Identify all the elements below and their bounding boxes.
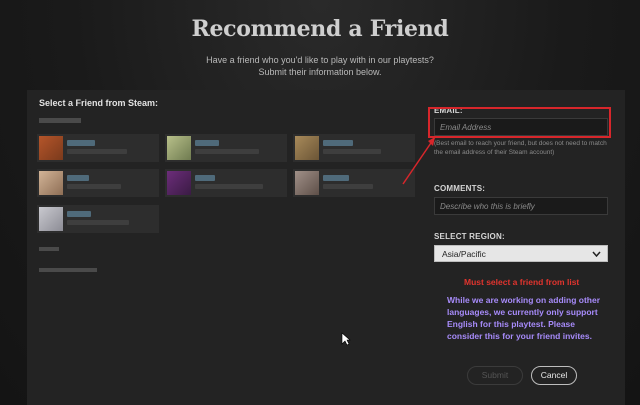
friend-name-redacted xyxy=(67,211,91,217)
language-notice: While we are working on adding other lan… xyxy=(447,295,601,341)
mouse-cursor-icon xyxy=(341,332,351,346)
email-highlight-box xyxy=(428,107,611,138)
email-hint: (Best email to reach your friend, but do… xyxy=(434,140,607,156)
friend-avatar xyxy=(295,171,319,195)
friend-status-redacted xyxy=(67,184,121,189)
subtitle-line-2: Submit their information below. xyxy=(258,67,382,77)
friends-status-bar xyxy=(39,247,59,251)
friend-name-redacted xyxy=(323,175,349,181)
friend-card[interactable] xyxy=(165,169,287,197)
page-title: Recommend a Friend xyxy=(191,16,449,42)
friends-filter-bar xyxy=(39,118,81,123)
page-subtitle: Have a friend who you'd like to play wit… xyxy=(0,54,640,78)
friend-avatar xyxy=(39,171,63,195)
friend-avatar xyxy=(295,136,319,160)
subtitle-line-1: Have a friend who you'd like to play wit… xyxy=(206,55,434,65)
chevron-down-icon xyxy=(592,251,601,257)
comments-field[interactable]: Describe who this is briefly xyxy=(434,197,608,215)
friend-card[interactable] xyxy=(37,134,159,162)
annotation-arrow xyxy=(402,136,436,185)
friend-name-redacted xyxy=(67,140,95,146)
error-message: Must select a friend from list xyxy=(464,277,580,287)
friends-status-bar xyxy=(39,268,97,272)
friend-status-redacted xyxy=(323,149,381,154)
region-select[interactable]: Asia/Pacific xyxy=(434,245,608,262)
comments-label: COMMENTS: xyxy=(434,184,486,193)
region-label: SELECT REGION: xyxy=(434,232,505,241)
friend-card[interactable] xyxy=(165,134,287,162)
friend-avatar xyxy=(39,136,63,160)
friend-status-redacted xyxy=(195,184,263,189)
submit-button[interactable]: Submit xyxy=(467,366,523,385)
friends-heading: Select a Friend from Steam: xyxy=(39,98,159,108)
friend-card[interactable] xyxy=(37,169,159,197)
friend-avatar xyxy=(167,171,191,195)
friend-name-redacted xyxy=(323,140,353,146)
friend-status-redacted xyxy=(195,149,259,154)
friend-status-redacted xyxy=(67,149,127,154)
cancel-button[interactable]: Cancel xyxy=(531,366,577,385)
friend-name-redacted xyxy=(67,175,89,181)
friend-avatar xyxy=(39,207,63,231)
region-value: Asia/Pacific xyxy=(442,249,486,259)
friend-name-redacted xyxy=(195,175,215,181)
friend-avatar xyxy=(167,136,191,160)
friend-status-redacted xyxy=(67,220,129,225)
friend-name-redacted xyxy=(195,140,219,146)
friend-card[interactable] xyxy=(37,205,159,233)
friend-status-redacted xyxy=(323,184,373,189)
arrow-line xyxy=(402,136,436,185)
